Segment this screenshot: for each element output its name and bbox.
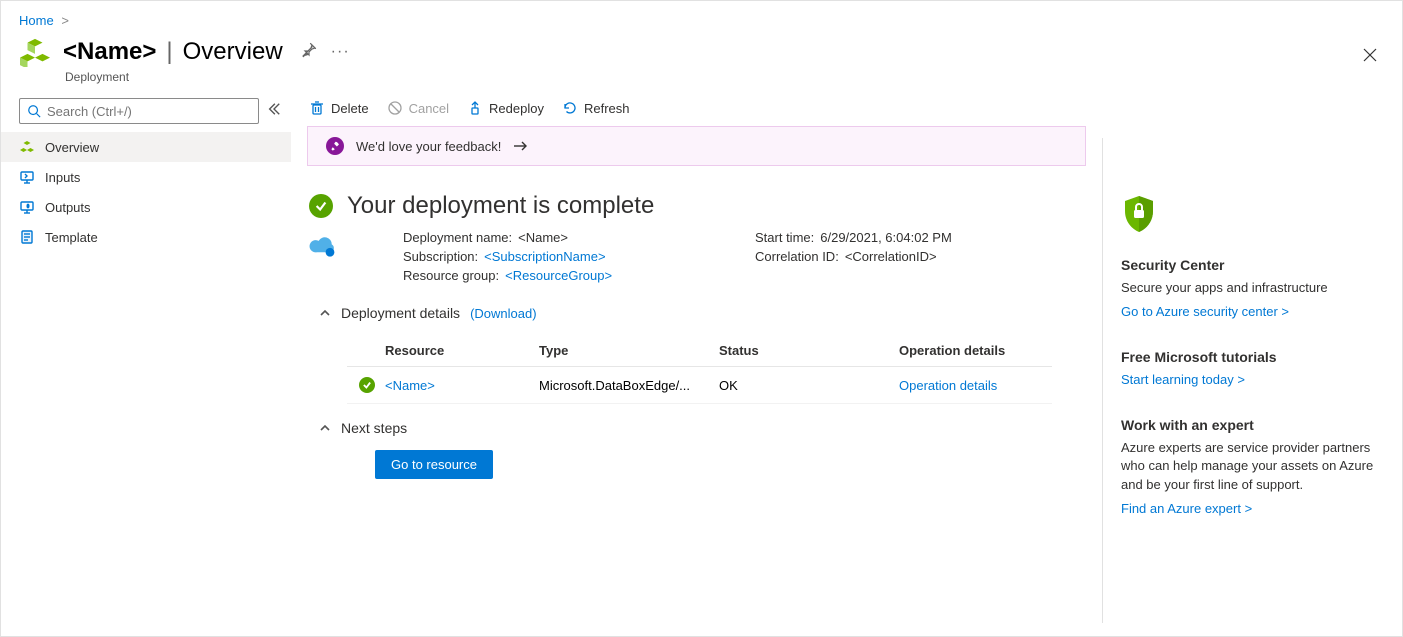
outputs-icon	[19, 199, 35, 215]
label-deployment-name: Deployment name:	[403, 230, 512, 245]
side-expert: Work with an expert Azure experts are se…	[1121, 417, 1384, 518]
value-correlation-id: <CorrelationID>	[845, 249, 937, 264]
close-button[interactable]	[1362, 47, 1378, 68]
success-check-icon	[309, 194, 333, 218]
toolbar-label: Delete	[331, 101, 369, 116]
sidebar-item-outputs[interactable]: Outputs	[1, 192, 291, 222]
page-title-name: <Name>	[63, 38, 156, 66]
breadcrumb-home[interactable]: Home	[19, 13, 54, 28]
side-security-link[interactable]: Go to Azure security center >	[1121, 304, 1289, 319]
side-security-desc: Secure your apps and infrastructure	[1121, 279, 1384, 297]
toolbar-label: Cancel	[409, 101, 449, 116]
deployment-table: Resource Type Status Operation details <…	[347, 335, 1052, 404]
sidebar-item-label: Overview	[45, 140, 99, 155]
side-security: Security Center Secure your apps and inf…	[1121, 257, 1384, 321]
search-input-wrap[interactable]	[19, 98, 259, 124]
value-subscription[interactable]: <SubscriptionName>	[484, 249, 605, 264]
sidebar-item-overview[interactable]: Overview	[1, 132, 291, 162]
section-title: Next steps	[341, 420, 407, 436]
section-next-steps[interactable]: Next steps	[319, 420, 1084, 436]
th-operation: Operation details	[899, 343, 1040, 358]
shield-icon	[1121, 194, 1384, 239]
th-resource: Resource	[359, 343, 539, 358]
chevron-up-icon	[319, 422, 331, 434]
inputs-icon	[19, 169, 35, 185]
trash-icon	[309, 100, 325, 116]
side-expert-title: Work with an expert	[1121, 417, 1384, 433]
section-title: Deployment details	[341, 305, 460, 321]
toolbar: Delete Cancel Redeploy Refresh	[291, 98, 1102, 126]
table-row: <Name> Microsoft.DataBoxEdge/... OK Oper…	[347, 367, 1052, 404]
cancel-icon	[387, 100, 403, 116]
breadcrumb-separator-icon: >	[61, 13, 69, 28]
toolbar-label: Refresh	[584, 101, 630, 116]
refresh-button[interactable]: Refresh	[562, 100, 630, 116]
row-resource-link[interactable]: <Name>	[385, 378, 435, 393]
sidebar-item-label: Outputs	[45, 200, 91, 215]
label-start-time: Start time:	[755, 230, 814, 245]
page-title: <Name> | Overview	[63, 38, 283, 66]
sidebar-item-template[interactable]: Template	[1, 222, 291, 252]
th-type: Type	[539, 343, 719, 358]
status-title: Your deployment is complete	[347, 192, 654, 220]
overview-icon	[19, 139, 35, 155]
page-title-section: Overview	[183, 38, 283, 66]
delete-button[interactable]: Delete	[309, 100, 369, 116]
toolbar-label: Redeploy	[489, 101, 544, 116]
label-subscription: Subscription:	[403, 249, 478, 264]
side-tutorials: Free Microsoft tutorials Start learning …	[1121, 349, 1384, 389]
template-icon	[19, 229, 35, 245]
sidebar-collapse-icon[interactable]	[267, 102, 281, 121]
download-link[interactable]: (Download)	[470, 306, 536, 321]
rocket-icon	[326, 137, 344, 155]
side-tutorials-title: Free Microsoft tutorials	[1121, 349, 1384, 365]
resource-cubes-icon	[19, 36, 51, 68]
search-icon	[27, 104, 41, 118]
page-subtitle: Deployment	[1, 70, 1402, 98]
th-status: Status	[719, 343, 899, 358]
label-resource-group: Resource group:	[403, 268, 499, 283]
redeploy-button[interactable]: Redeploy	[467, 100, 544, 116]
section-deployment-details[interactable]: Deployment details (Download)	[319, 305, 1084, 321]
refresh-icon	[562, 100, 578, 116]
label-correlation-id: Correlation ID:	[755, 249, 839, 264]
more-icon[interactable]: ···	[331, 43, 350, 61]
pin-icon[interactable]	[301, 42, 317, 63]
go-to-resource-button[interactable]: Go to resource	[375, 450, 493, 479]
row-type: Microsoft.DataBoxEdge/...	[539, 378, 719, 393]
row-status-ok-icon	[359, 377, 375, 393]
value-resource-group[interactable]: <ResourceGroup>	[505, 268, 612, 283]
cloud-icon	[309, 236, 337, 287]
value-start-time: 6/29/2021, 6:04:02 PM	[820, 230, 952, 245]
sidebar-item-label: Inputs	[45, 170, 80, 185]
sidebar-item-inputs[interactable]: Inputs	[1, 162, 291, 192]
value-deployment-name: <Name>	[518, 230, 568, 245]
search-input[interactable]	[47, 104, 251, 119]
status-header: Your deployment is complete	[291, 166, 1102, 226]
side-tutorials-link[interactable]: Start learning today >	[1121, 372, 1245, 387]
side-expert-link[interactable]: Find an Azure expert >	[1121, 501, 1252, 516]
arrow-right-icon	[513, 140, 529, 152]
redeploy-icon	[467, 100, 483, 116]
page-title-row: <Name> | Overview ···	[1, 32, 1402, 70]
side-panel: Security Center Secure your apps and inf…	[1102, 138, 1402, 623]
sidebar-item-label: Template	[45, 230, 98, 245]
breadcrumb: Home >	[1, 1, 1402, 32]
feedback-text: We'd love your feedback!	[356, 139, 501, 154]
row-status: OK	[719, 378, 899, 393]
side-security-title: Security Center	[1121, 257, 1384, 273]
feedback-banner[interactable]: We'd love your feedback!	[307, 126, 1086, 166]
row-operation-link[interactable]: Operation details	[899, 378, 997, 393]
chevron-up-icon	[319, 307, 331, 319]
sidebar: Overview Inputs Outputs Template	[1, 98, 291, 623]
side-expert-desc: Azure experts are service provider partn…	[1121, 439, 1384, 494]
cancel-button: Cancel	[387, 100, 449, 116]
